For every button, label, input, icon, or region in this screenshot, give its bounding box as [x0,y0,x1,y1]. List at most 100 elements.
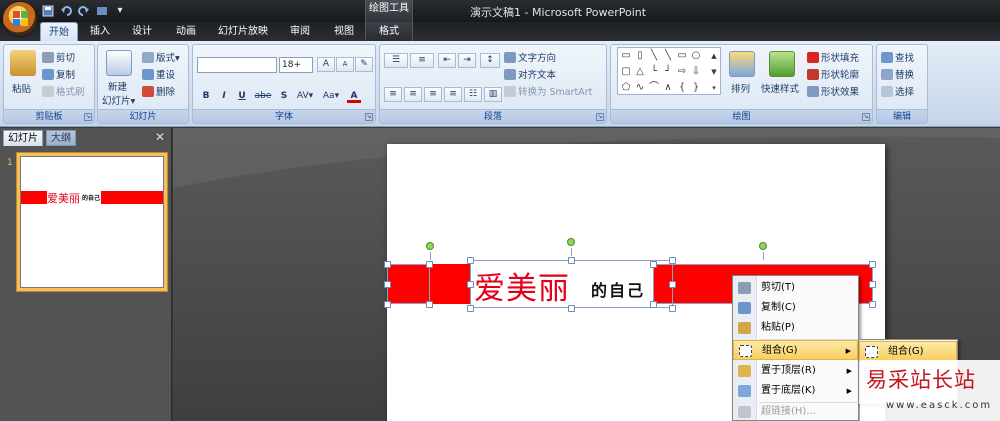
strikethrough-button[interactable]: abe [253,89,273,103]
change-case-button[interactable]: Aa▾ [319,89,343,103]
char-spacing-button[interactable]: AV▾ [293,89,317,103]
resize-handle[interactable] [869,281,876,288]
rectangle-shape-icon[interactable]: ▭ [676,50,688,62]
save-icon[interactable] [40,3,56,18]
clear-format-icon[interactable]: ✎ [355,57,373,72]
down-arrow-shape-icon[interactable]: ⇩ [690,66,702,78]
shape-effects-button[interactable]: 形状效果 [807,84,859,98]
font-name-input[interactable] [197,57,277,73]
elbow-arrow-shape-icon[interactable]: ┘ [662,66,674,78]
resize-handle[interactable] [650,261,657,268]
tab-slideshow[interactable]: 幻灯片放映 [212,22,274,41]
resize-handle[interactable] [467,305,474,312]
tab-insert[interactable]: 插入 [82,22,118,41]
tab-slides-panel[interactable]: 幻灯片 [3,130,43,146]
align-right-icon[interactable]: ≡ [424,87,442,102]
paste-button[interactable]: 粘贴 [12,81,31,95]
select-button[interactable]: 选择 [881,84,914,98]
reset-button[interactable]: 重设 [142,67,175,81]
tab-view[interactable]: 视图 [326,22,362,41]
find-button[interactable]: 查找 [881,50,914,64]
pentagon-shape-icon[interactable]: ⬠ [620,82,632,94]
rotation-handle-right[interactable] [759,242,767,250]
new-slide-icon[interactable] [106,50,132,76]
resize-handle[interactable] [426,301,433,308]
oval-shape-icon[interactable]: ○ [690,50,702,62]
distribute-icon[interactable]: ☷ [464,87,482,102]
slide-thumbnail[interactable]: 爱美丽 的自己 [16,152,168,292]
freeform-shape-icon[interactable]: ∧ [662,82,674,94]
menu-item-hyperlink[interactable]: 超链接(H)... [733,402,858,421]
rounded-rect-shape-icon[interactable]: ▢ [620,66,632,78]
quick-styles-icon[interactable] [769,51,795,77]
shape-fill-button[interactable]: 形状填充 [807,50,859,64]
tab-review[interactable]: 审阅 [282,22,318,41]
line-shape-icon[interactable]: ╲ [648,50,660,62]
elbow-connector-shape-icon[interactable]: └ [648,66,660,78]
replace-button[interactable]: 替换 [881,67,914,81]
justify-icon[interactable]: ≡ [444,87,462,102]
menu-item-group[interactable]: 组合(G) ▶ [733,340,858,360]
qat-more-button[interactable]: ▾ [112,3,128,18]
tab-format[interactable]: 格式 [365,22,413,41]
resize-handle[interactable] [384,301,391,308]
menu-item-send-to-back[interactable]: 置于底层(K) ▶ [733,381,858,401]
cut-button[interactable]: 剪切 [42,50,75,64]
copy-button[interactable]: 复制 [42,67,75,81]
rotation-handle-left[interactable] [426,242,434,250]
textbox-shape-icon[interactable]: ▭ [620,50,632,62]
resize-handle[interactable] [467,257,474,264]
delete-slide-button[interactable]: 删除 [142,84,175,98]
quick-styles-button[interactable]: 快速样式 [761,81,799,95]
brace-left-shape-icon[interactable]: { [676,82,688,94]
resize-handle[interactable] [568,305,575,312]
bold-button[interactable]: B [199,89,213,103]
close-icon[interactable]: ✕ [155,130,165,144]
resize-handle[interactable] [669,257,676,264]
vertical-textbox-shape-icon[interactable]: ▯ [634,50,646,62]
columns-icon[interactable]: ▥ [484,87,502,102]
layout-button[interactable]: 版式▾ [142,50,180,64]
shape-outline-button[interactable]: 形状轮廓 [807,67,859,81]
font-launcher-icon[interactable]: ↘ [365,113,373,121]
underline-button[interactable]: U [235,89,249,103]
curve-shape-icon[interactable]: ∿ [634,82,646,94]
clipboard-launcher-icon[interactable]: ↘ [84,113,92,121]
align-text-button[interactable]: 对齐文本 [504,67,556,81]
arrange-button[interactable]: 排列 [731,81,750,95]
paragraph-launcher-icon[interactable]: ↘ [596,113,604,121]
menu-item-cut[interactable]: 剪切(T) [733,278,858,298]
redo-icon[interactable] [76,3,92,18]
line2-shape-icon[interactable]: ╲ [662,50,674,62]
align-left-icon[interactable]: ≡ [384,87,402,102]
menu-item-bring-to-front[interactable]: 置于顶层(R) ▶ [733,361,858,381]
right-arrow-shape-icon[interactable]: ⇨ [676,66,688,78]
resize-handle[interactable] [384,281,391,288]
resize-handle[interactable] [568,257,575,264]
resize-handle[interactable] [869,261,876,268]
tab-home[interactable]: 开始 [40,22,78,41]
font-color-button[interactable]: A [347,89,361,103]
resize-handle[interactable] [384,261,391,268]
triangle-shape-icon[interactable]: △ [634,66,646,78]
shrink-font-button[interactable]: A [336,57,354,72]
menu-item-paste[interactable]: 粘贴(P) [733,318,858,338]
grow-font-button[interactable]: A [317,57,335,72]
gallery-down-icon[interactable]: ▼ [708,66,720,78]
brace-right-shape-icon[interactable]: } [690,82,702,94]
resize-handle[interactable] [669,281,676,288]
resize-handle[interactable] [669,305,676,312]
resize-handle[interactable] [467,281,474,288]
arc-shape-icon[interactable]: ⌒ [648,82,660,94]
arrange-icon[interactable] [729,51,755,77]
rotation-handle-text[interactable] [567,238,575,246]
line-spacing-icon[interactable]: ↕ [480,53,500,68]
format-painter-button[interactable]: 格式刷 [42,84,85,98]
italic-button[interactable]: I [217,89,231,103]
customize-icon[interactable] [94,3,110,18]
gallery-more-icon[interactable]: ▾ [708,82,720,94]
new-slide-label-1[interactable]: 新建 [108,79,127,93]
tab-animation[interactable]: 动画 [166,22,206,41]
convert-smartart-button[interactable]: 转换为 SmartArt [504,84,592,98]
paste-icon[interactable] [10,50,36,76]
